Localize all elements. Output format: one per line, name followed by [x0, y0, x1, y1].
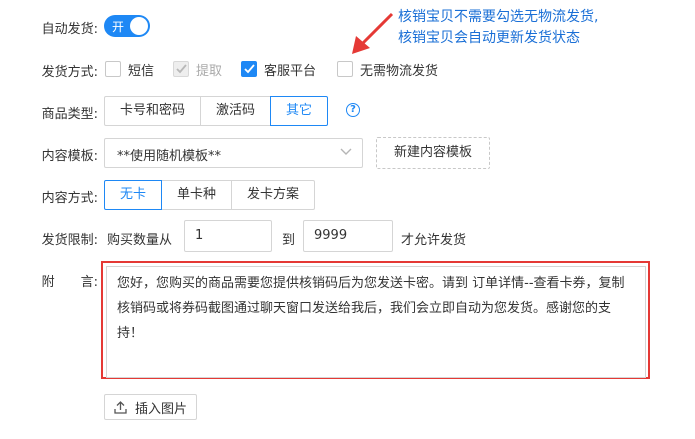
new-content-template-button[interactable]: 新建内容模板	[376, 137, 490, 169]
min-quantity-input[interactable]: 1	[184, 220, 272, 252]
content-mode-card-plan[interactable]: 发卡方案	[231, 180, 316, 210]
toggle-text: 开	[112, 20, 125, 34]
checkbox-sms[interactable]: 短信	[105, 58, 154, 80]
checkbox-box[interactable]	[105, 61, 121, 77]
product-type-label: 商品类型:	[41, 107, 98, 122]
delivery-settings-form: 自动发货: 开 核销宝贝不需要勾选无物流发货, 核销宝贝会自动更新发货状态 发货…	[0, 0, 695, 439]
checkbox-box[interactable]	[241, 61, 257, 77]
product-type-activation-code[interactable]: 激活码	[200, 96, 272, 126]
select-value: **使用随机模板**	[117, 149, 222, 164]
content-mode-label: 内容方式:	[41, 191, 98, 206]
content-mode-single-card[interactable]: 单卡种	[161, 180, 233, 210]
checkbox-box	[173, 61, 189, 77]
auto-delivery-toggle[interactable]: 开	[104, 15, 150, 37]
content-mode-no-card[interactable]: 无卡	[104, 180, 163, 210]
insert-image-button[interactable]: 插入图片	[104, 394, 197, 420]
checkbox-extract: 提取	[173, 58, 222, 80]
product-type-other[interactable]: 其它	[270, 96, 329, 126]
annotation-line-2: 核销宝贝会自动更新发货状态	[398, 30, 580, 46]
upload-icon	[114, 400, 127, 414]
delivery-limit-label: 发货限制:	[41, 233, 98, 248]
note-textarea[interactable]: 您好，您购买的商品需要您提供核销码后为您发送卡密。请到 订单详情--查看卡券，复…	[106, 266, 646, 378]
toggle-knob	[130, 17, 148, 35]
annotation-arrow-icon	[352, 12, 394, 54]
checkbox-no-logistics[interactable]: 无需物流发货	[337, 58, 438, 80]
limit-prefix: 购买数量从	[107, 233, 173, 248]
insert-image-label: 插入图片	[135, 401, 188, 417]
content-template-select[interactable]: **使用随机模板**	[104, 138, 363, 168]
checkbox-service-platform[interactable]: 客服平台	[241, 58, 316, 80]
content-mode-selector: 无卡 单卡种 发卡方案	[104, 180, 316, 210]
product-type-selector: 卡号和密码 激活码 其它	[104, 96, 329, 126]
delivery-method-label: 发货方式:	[41, 65, 98, 80]
check-icon	[244, 64, 255, 74]
max-quantity-input[interactable]: 9999	[303, 220, 393, 252]
auto-delivery-label: 自动发货:	[41, 22, 98, 37]
checkbox-label: 提取	[196, 63, 223, 79]
check-icon	[176, 64, 187, 74]
note-label: 附 言:	[41, 275, 98, 290]
annotation-note: 核销宝贝不需要勾选无物流发货, 核销宝贝会自动更新发货状态	[398, 7, 598, 49]
content-template-label: 内容模板:	[41, 149, 98, 164]
checkbox-label: 客服平台	[264, 63, 317, 79]
checkbox-label: 短信	[128, 63, 155, 79]
annotation-line-1: 核销宝贝不需要勾选无物流发货,	[398, 9, 599, 25]
chevron-down-icon	[340, 148, 352, 155]
checkbox-label: 无需物流发货	[360, 63, 439, 79]
help-icon[interactable]: ?	[346, 103, 360, 117]
product-type-card-password[interactable]: 卡号和密码	[104, 96, 202, 126]
limit-to: 到	[282, 233, 296, 248]
limit-suffix: 才允许发货	[401, 233, 467, 248]
checkbox-box[interactable]	[337, 61, 353, 77]
